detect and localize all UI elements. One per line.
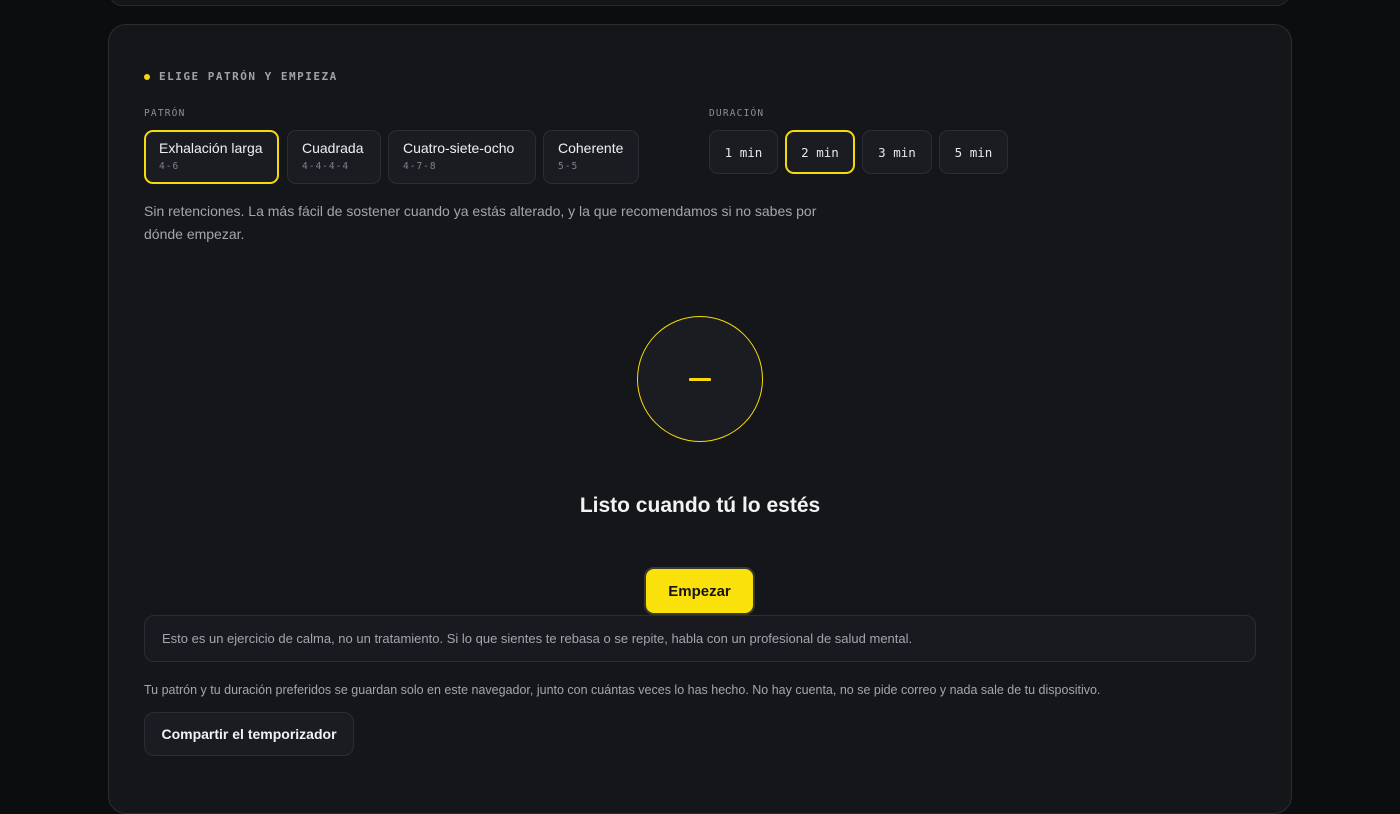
pattern-option-ratio: 4-6: [159, 161, 180, 172]
pattern-option-name: Cuatro-siete-ocho: [403, 140, 515, 156]
breath-idle-dash-icon: [689, 377, 711, 381]
privacy-note: Tu patrón y tu duración preferidos se gu…: [144, 683, 1101, 697]
section-heading: ELIGE PATRÓN Y EMPIEZA: [144, 70, 338, 83]
pattern-option-ratio: 4-7-8: [403, 161, 437, 172]
pattern-option-ratio: 4-4-4-4: [302, 161, 350, 172]
pattern-option-cuadrada[interactable]: Cuadrada 4-4-4-4: [287, 130, 381, 184]
duration-option-2-min[interactable]: 2 min: [785, 130, 855, 174]
disclaimer-text: Esto es un ejercicio de calma, no un tra…: [162, 631, 913, 646]
breath-circle: [637, 316, 763, 442]
pattern-option-name: Exhalación larga: [159, 140, 263, 156]
duration-option-5-min[interactable]: 5 min: [939, 130, 1008, 174]
ready-message: Listo cuando tú lo estés: [579, 494, 821, 517]
start-button[interactable]: Empezar: [644, 567, 755, 615]
duration-option-3-min[interactable]: 3 min: [862, 130, 932, 174]
disclaimer-notice: Esto es un ejercicio de calma, no un tra…: [144, 615, 1256, 662]
share-timer-button[interactable]: Compartir el temporizador: [144, 712, 354, 756]
duration-label: DURACIÓN: [709, 108, 765, 119]
pattern-option-name: Cuadrada: [302, 140, 364, 156]
duration-option-1-min[interactable]: 1 min: [709, 130, 778, 174]
pattern-description: Sin retenciones. La más fácil de sostene…: [144, 203, 817, 242]
pattern-option-coherente[interactable]: Coherente 5-5: [543, 130, 639, 184]
pattern-option-cuatro-siete-ocho[interactable]: Cuatro-siete-ocho 4-7-8: [388, 130, 536, 184]
pattern-option-name: Coherente: [558, 140, 624, 156]
section-dot-icon: [144, 73, 150, 80]
previous-card: [109, 0, 1290, 6]
pattern-label: PATRÓN: [144, 108, 186, 119]
pattern-option-exhalacion-larga[interactable]: Exhalación larga 4-6: [144, 130, 279, 184]
pattern-option-ratio: 5-5: [558, 161, 579, 172]
section-heading-text: ELIGE PATRÓN Y EMPIEZA: [159, 70, 338, 83]
